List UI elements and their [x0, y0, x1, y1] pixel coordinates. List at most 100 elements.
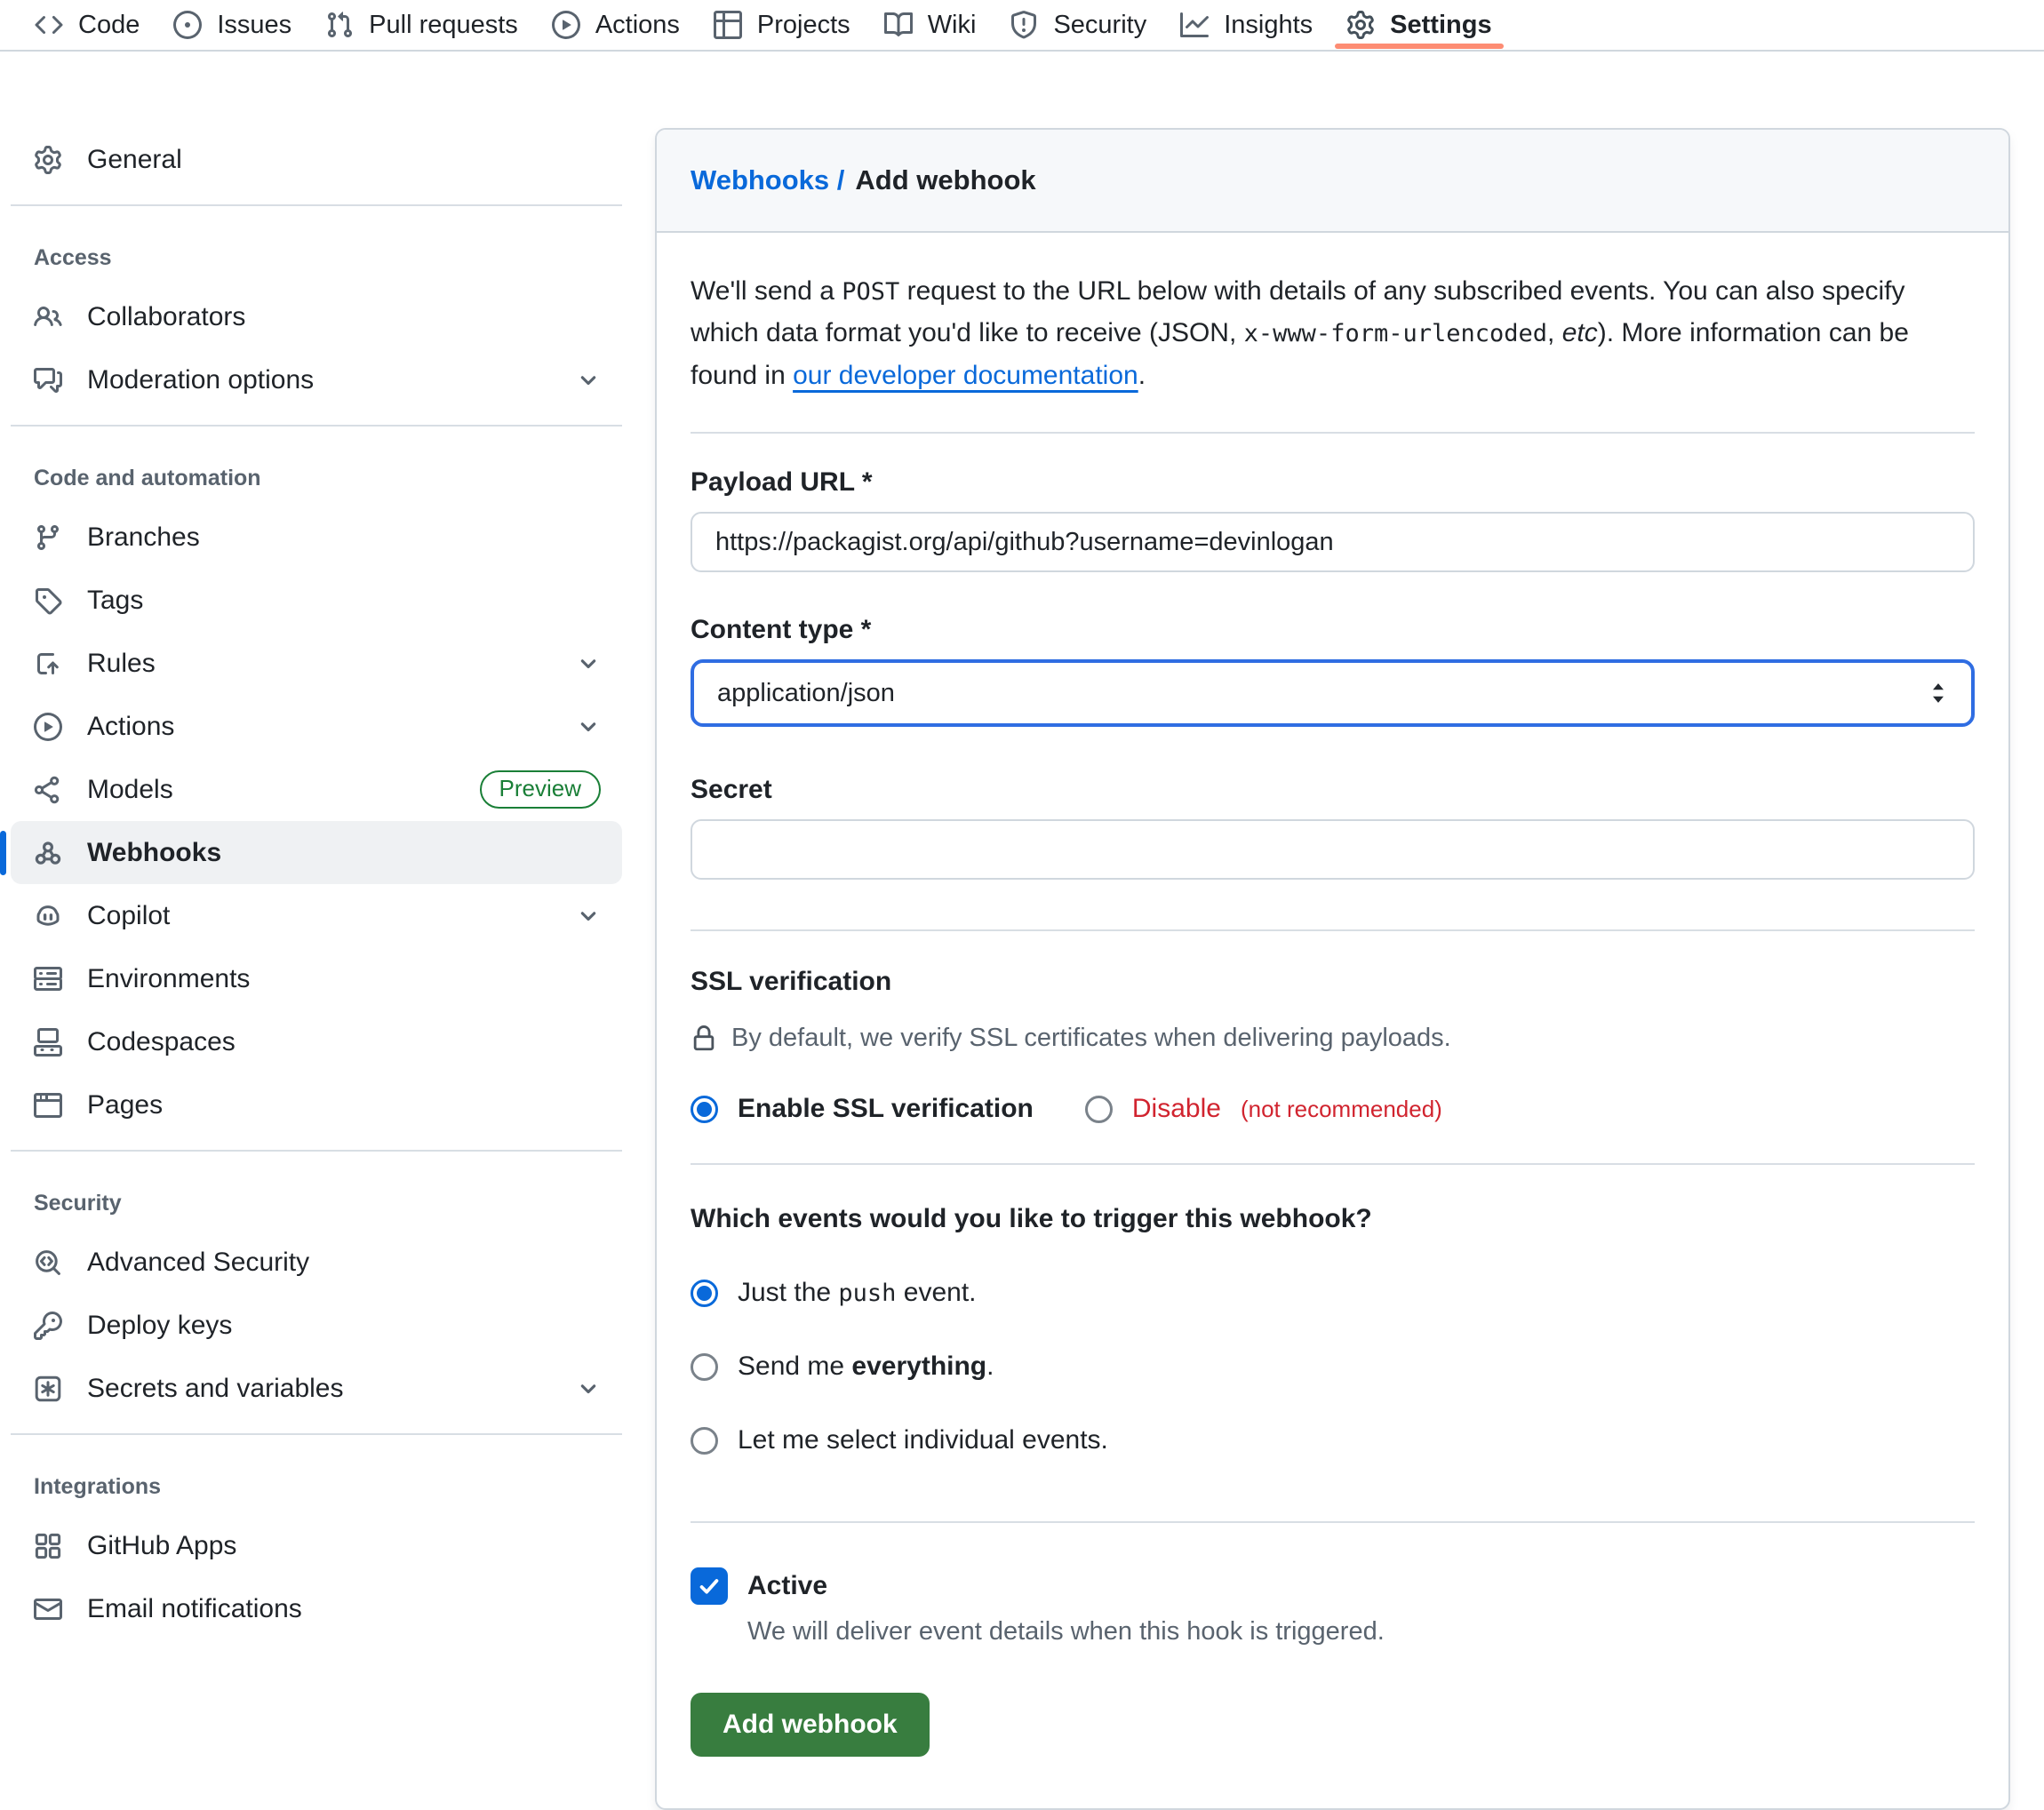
chevron-down-icon	[576, 714, 601, 739]
check-icon	[697, 1574, 722, 1599]
urlencoded-code-text: x-www-form-urlencoded	[1244, 320, 1547, 347]
sidebar-divider	[11, 1150, 622, 1152]
rules-icon	[34, 650, 62, 678]
sidebar-item-pages[interactable]: Pages	[11, 1073, 622, 1136]
sidebar-item-label: Codespaces	[87, 1027, 236, 1057]
chevron-down-icon	[576, 904, 601, 929]
tab-label: Issues	[217, 11, 291, 40]
book-icon	[884, 11, 913, 39]
section-divider	[691, 1521, 1975, 1523]
sidebar-item-codespaces[interactable]: Codespaces	[11, 1010, 622, 1073]
payload-url-input[interactable]	[691, 512, 1975, 572]
sidebar-item-label: Copilot	[87, 901, 170, 931]
asterisk-box-icon	[34, 1375, 62, 1403]
tab-issues[interactable]: Issues	[156, 0, 308, 50]
add-webhook-card: Webhooks / Add webhook We'll send a POST…	[655, 128, 2010, 1810]
sidebar-item-general[interactable]: General	[11, 128, 622, 191]
active-checkbox[interactable]	[691, 1567, 728, 1605]
sidebar-item-rules[interactable]: Rules	[11, 632, 622, 695]
content-type-select[interactable]: application/json	[691, 659, 1975, 727]
sidebar-item-label: Secrets and variables	[87, 1374, 344, 1404]
sidebar-item-label: Branches	[87, 522, 200, 553]
graph-icon	[1180, 11, 1209, 39]
disable-ssl-radio-option[interactable]: Disable (not recommended)	[1085, 1094, 1442, 1124]
sidebar-item-deploy-keys[interactable]: Deploy keys	[11, 1294, 622, 1357]
code-icon	[35, 11, 63, 39]
event-option-label: Send me everything.	[738, 1352, 994, 1382]
section-divider	[691, 1163, 1975, 1165]
event-option-label: Let me select individual events.	[738, 1425, 1108, 1455]
repo-nav: Code Issues Pull requests Actions Projec…	[0, 0, 2044, 52]
radio-unchecked-icon[interactable]	[1085, 1096, 1113, 1123]
models-icon	[34, 776, 62, 804]
tab-settings[interactable]: Settings	[1329, 0, 1508, 50]
event-option-just-push[interactable]: Just the push event.	[691, 1278, 1975, 1308]
sidebar-item-copilot[interactable]: Copilot	[11, 884, 622, 947]
sidebar-section-access: Access	[34, 245, 622, 271]
tab-label: Projects	[757, 11, 850, 40]
secret-label: Secret	[691, 775, 1975, 805]
add-webhook-button[interactable]: Add webhook	[691, 1693, 930, 1757]
tab-pull-requests[interactable]: Pull requests	[308, 0, 535, 50]
sidebar-item-label: Environments	[87, 964, 250, 994]
event-option-label: Just the push event.	[738, 1278, 977, 1308]
tab-projects[interactable]: Projects	[697, 0, 867, 50]
ssl-note: By default, we verify SSL certificates w…	[691, 1024, 1975, 1053]
tab-code[interactable]: Code	[18, 0, 156, 50]
codescan-icon	[34, 1248, 62, 1277]
tab-actions[interactable]: Actions	[535, 0, 697, 50]
radio-unchecked-icon[interactable]	[691, 1427, 718, 1455]
sidebar-item-label: Models	[87, 775, 173, 805]
tab-wiki[interactable]: Wiki	[867, 0, 994, 50]
secret-input[interactable]	[691, 819, 1975, 880]
radio-unchecked-icon[interactable]	[691, 1353, 718, 1381]
tab-insights[interactable]: Insights	[1163, 0, 1329, 50]
sidebar-item-secrets-and-variables[interactable]: Secrets and variables	[11, 1357, 622, 1420]
sidebar-item-label: Deploy keys	[87, 1311, 232, 1341]
git-pull-request-icon	[325, 11, 354, 39]
sidebar-divider	[11, 425, 622, 427]
play-icon	[552, 11, 580, 39]
table-icon	[714, 11, 742, 39]
shield-icon	[1010, 11, 1038, 39]
event-option-individual[interactable]: Let me select individual events.	[691, 1425, 1975, 1455]
sidebar-item-label: Email notifications	[87, 1594, 302, 1624]
sidebar-item-tags[interactable]: Tags	[11, 569, 622, 632]
copilot-icon	[34, 902, 62, 930]
sidebar-item-environments[interactable]: Environments	[11, 947, 622, 1010]
sidebar-item-models[interactable]: Models Preview	[11, 758, 622, 821]
gear-icon	[34, 146, 62, 174]
tab-label: Security	[1053, 11, 1146, 40]
tab-security[interactable]: Security	[993, 0, 1163, 50]
sidebar-item-webhooks[interactable]: Webhooks	[11, 821, 622, 884]
enable-ssl-radio-option[interactable]: Enable SSL verification	[691, 1094, 1034, 1124]
sidebar-item-actions[interactable]: Actions	[11, 695, 622, 758]
apps-grid-icon	[34, 1532, 62, 1560]
breadcrumb-webhooks-link[interactable]: Webhooks /	[691, 164, 844, 196]
event-option-everything[interactable]: Send me everything.	[691, 1352, 1975, 1382]
chevron-down-icon	[576, 651, 601, 676]
key-icon	[34, 1312, 62, 1340]
sidebar-divider	[11, 1433, 622, 1435]
sidebar-item-advanced-security[interactable]: Advanced Security	[11, 1231, 622, 1294]
active-checkbox-row[interactable]: Active	[691, 1567, 1975, 1605]
select-arrows-icon	[1925, 679, 1952, 707]
active-label: Active	[747, 1571, 827, 1601]
server-icon	[34, 965, 62, 993]
radio-checked-icon[interactable]	[691, 1280, 718, 1307]
tab-label: Settings	[1390, 11, 1491, 40]
codespaces-icon	[34, 1028, 62, 1056]
sidebar-item-email-notifications[interactable]: Email notifications	[11, 1577, 622, 1640]
sidebar-item-moderation-options[interactable]: Moderation options	[11, 348, 622, 411]
active-note: We will deliver event details when this …	[747, 1617, 1975, 1647]
sidebar-item-github-apps[interactable]: GitHub Apps	[11, 1514, 622, 1577]
sidebar-divider	[11, 204, 622, 206]
radio-checked-icon[interactable]	[691, 1096, 718, 1123]
tab-label: Actions	[595, 11, 680, 40]
play-icon	[34, 713, 62, 741]
developer-documentation-link[interactable]: our developer documentation	[793, 361, 1138, 390]
sidebar-item-collaborators[interactable]: Collaborators	[11, 285, 622, 348]
sidebar-item-branches[interactable]: Branches	[11, 506, 622, 569]
required-mark: *	[861, 615, 872, 644]
events-heading: Which events would you like to trigger t…	[691, 1204, 1975, 1234]
